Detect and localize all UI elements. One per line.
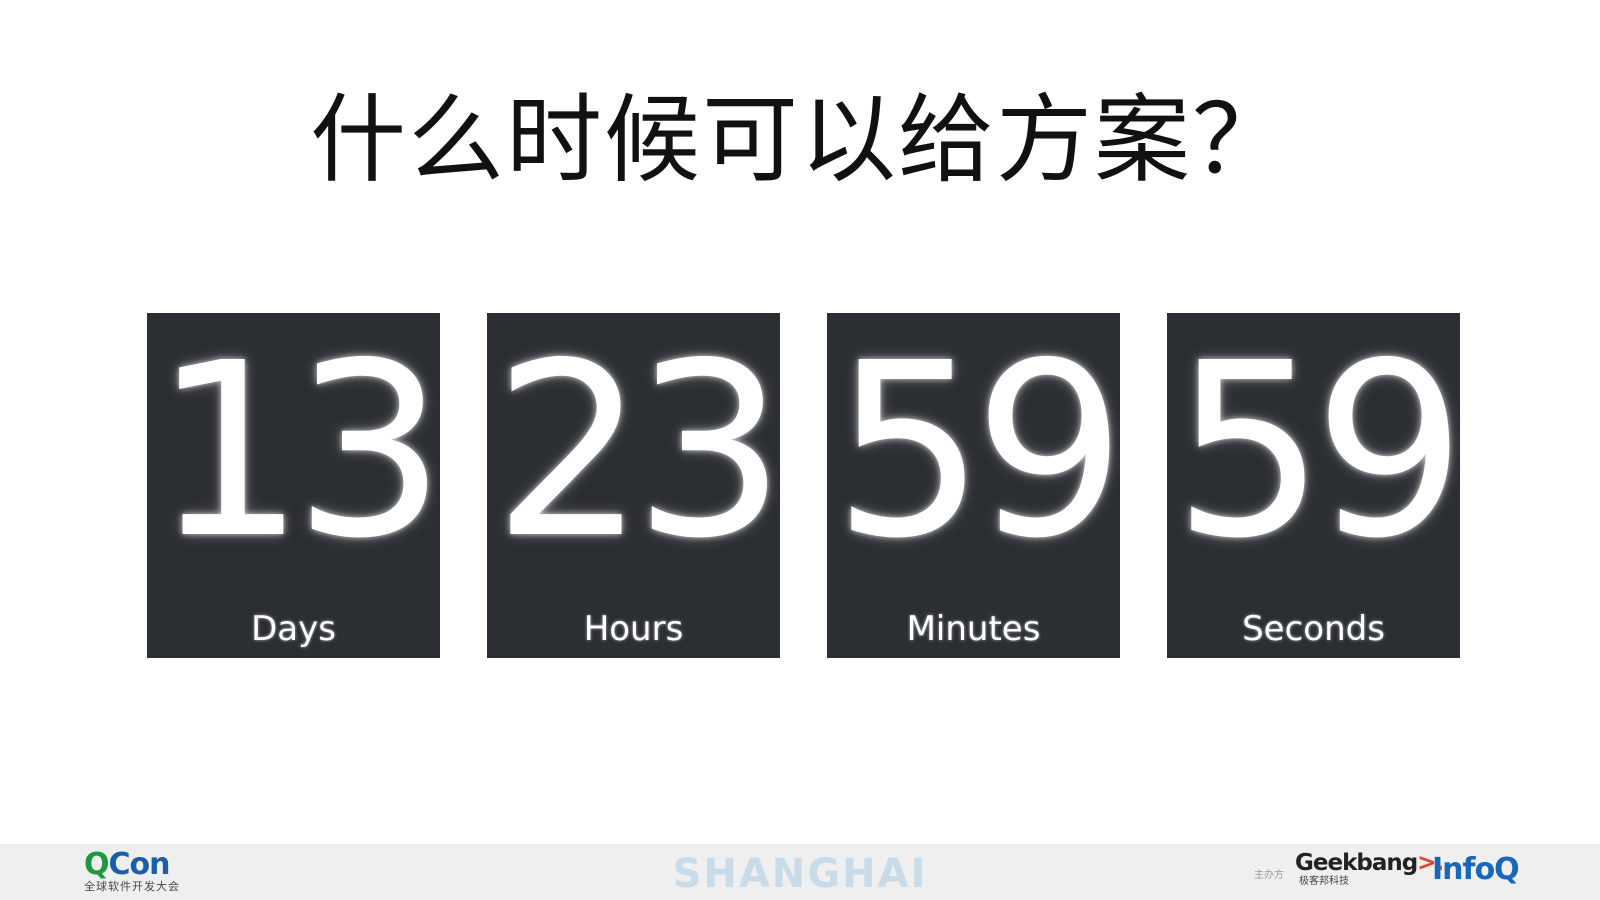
geekbang-logo: Geekbang>. 极客邦科技: [1295, 850, 1444, 894]
hours-value: 23: [492, 311, 786, 591]
countdown-tile-minutes: 59 Minutes: [827, 311, 1126, 658]
geekbang-subtitle: 极客邦科技: [1299, 876, 1349, 887]
seconds-label: Seconds: [1242, 609, 1385, 649]
seconds-value: 59: [1172, 311, 1466, 591]
slide: 什么时候可以给方案？ 13 Days 23 Hours 59 Minutes 5…: [0, 0, 1600, 900]
infoq-logo: InfoQ: [1432, 852, 1520, 887]
slide-title: 什么时候可以给方案？: [310, 84, 1290, 196]
minutes-value: 59: [832, 311, 1126, 591]
countdown-tile-seconds: 59 Seconds: [1167, 311, 1466, 658]
minutes-label: Minutes: [906, 609, 1041, 649]
countdown-tiles: 13 Days 23 Hours 59 Minutes 59 Seconds: [147, 311, 1466, 659]
sponsor-label: 主办方: [1254, 870, 1284, 881]
geekbang-wordmark: Geekbang>.: [1295, 850, 1444, 876]
countdown-tile-hours: 23 Hours: [487, 311, 786, 658]
geekbang-name: Geekbang: [1295, 850, 1418, 876]
days-label: Days: [251, 609, 336, 649]
countdown-tile-days: 13 Days: [147, 311, 446, 658]
days-value: 13: [152, 311, 446, 591]
footer-bar: QCon 全球软件开发大会 SHANGHAI 主办方 Geekbang>. 极客…: [0, 844, 1600, 900]
hours-label: Hours: [583, 609, 684, 649]
